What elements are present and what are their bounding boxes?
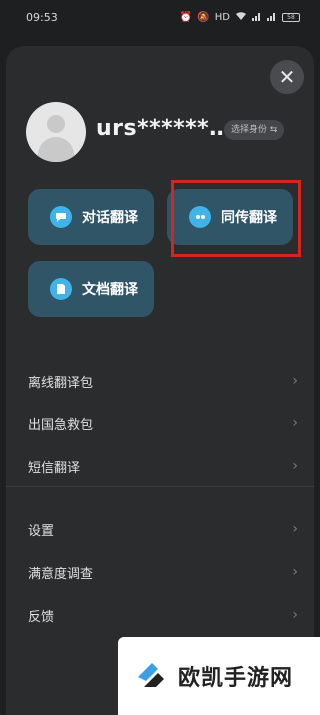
- chevron-right-icon: ›: [292, 458, 298, 474]
- watermark: 欧凯手游网: [118, 637, 320, 715]
- dialog-translation-button[interactable]: 对话翻译: [28, 189, 154, 245]
- wifi-icon: [235, 11, 247, 24]
- alarm-icon: ⏰: [179, 11, 193, 23]
- chevron-right-icon: ›: [292, 521, 298, 537]
- menu-item-survey[interactable]: 满意度调查 ›: [28, 560, 298, 584]
- chevron-right-icon: ›: [292, 373, 298, 389]
- document-icon: [50, 278, 72, 300]
- simultaneous-icon: [189, 206, 211, 228]
- menu-item-label: 离线翻译包: [28, 375, 94, 391]
- chat-bubble-icon: [50, 206, 72, 228]
- simultaneous-translation-button[interactable]: 同传翻译: [167, 189, 293, 245]
- menu-item-settings[interactable]: 设置 ›: [28, 517, 298, 541]
- profile-panel: ✕ urs******… 选择身份 ⇆ 对话翻译 同传翻译 文档翻译 离线翻译包…: [6, 46, 314, 715]
- chevron-right-icon: ›: [292, 564, 298, 580]
- feature-label: 文档翻译: [82, 282, 138, 298]
- menu-item-label: 反馈: [28, 609, 55, 625]
- select-identity-button[interactable]: 选择身份 ⇆: [224, 120, 285, 140]
- status-bar: 09:53 ⏰ 🔕 HD 58: [0, 0, 320, 34]
- avatar-head-icon: [47, 115, 65, 133]
- menu-item-label: 设置: [28, 523, 55, 539]
- mute-icon: 🔕: [197, 11, 210, 23]
- chevron-right-icon: ›: [292, 415, 298, 431]
- avatar[interactable]: [26, 102, 86, 162]
- menu-item-label: 满意度调查: [28, 566, 94, 582]
- watermark-logo-icon: [138, 663, 164, 687]
- menu-item-offline-pack[interactable]: 离线翻译包 ›: [28, 369, 298, 393]
- avatar-body-icon: [38, 137, 74, 162]
- status-time: 09:53: [26, 10, 58, 24]
- status-icons: ⏰ 🔕 HD 58: [180, 11, 300, 24]
- signal-icon: [252, 11, 262, 24]
- hd-icon: HD: [214, 11, 230, 23]
- section-divider: [6, 486, 314, 487]
- menu-item-label: 短信翻译: [28, 460, 81, 476]
- document-translation-button[interactable]: 文档翻译: [28, 261, 154, 317]
- watermark-text: 欧凯手游网: [178, 666, 294, 691]
- battery-icon: 58: [282, 12, 300, 22]
- menu-item-label: 出国急救包: [28, 417, 94, 433]
- signal-icon: [267, 11, 277, 24]
- close-button[interactable]: ✕: [270, 60, 304, 94]
- menu-item-feedback[interactable]: 反馈 ›: [28, 603, 298, 627]
- chevron-right-icon: ›: [292, 607, 298, 623]
- username: urs******…: [96, 116, 232, 141]
- menu-item-sms-translation[interactable]: 短信翻译 ›: [28, 454, 298, 478]
- feature-label: 对话翻译: [82, 210, 138, 226]
- menu-item-emergency-pack[interactable]: 出国急救包 ›: [28, 411, 298, 435]
- feature-label: 同传翻译: [221, 210, 277, 226]
